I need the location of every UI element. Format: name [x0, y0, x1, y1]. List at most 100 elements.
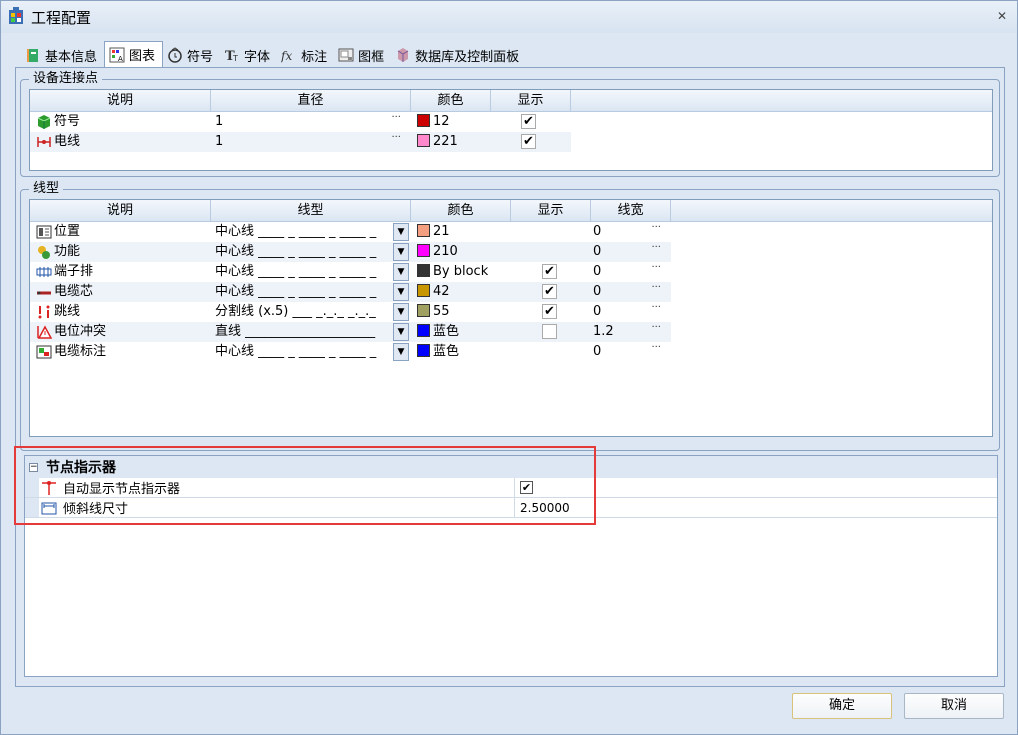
- tab-symbol[interactable]: 符号: [163, 43, 220, 67]
- window-title: 工程配置: [31, 9, 92, 27]
- line-types-title: 线型: [29, 181, 64, 197]
- color-cell[interactable]: By block: [411, 262, 511, 282]
- chevron-down-icon[interactable]: ▼: [393, 223, 409, 241]
- color-value: 55: [433, 304, 450, 319]
- linetype-dropdown[interactable]: 中心线 ____ _ ____ _ ____ _ ▼: [211, 262, 411, 282]
- connection-points-grid: 说明 直径 颜色 显示 符号 1 ··· 12 ✔ 电线 1 ··· 221 ✔: [29, 89, 993, 171]
- chevron-down-icon[interactable]: ▼: [393, 283, 409, 301]
- width-cell[interactable]: 0 ···: [591, 242, 671, 262]
- column-header[interactable]: 显示: [511, 200, 591, 222]
- table-row[interactable]: 跳线 分割线 (x.5) ___ _._._ _._._ ▼ 55 ✔ 0 ··: [30, 302, 992, 322]
- table-row[interactable]: 位置 中心线 ____ _ ____ _ ____ _ ▼ 21 0 ···: [30, 222, 992, 242]
- color-cell[interactable]: 221: [411, 132, 491, 152]
- row-label-cell: 电缆芯: [30, 282, 211, 302]
- table-row[interactable]: 符号 1 ··· 12 ✔: [30, 112, 992, 132]
- width-value: 0: [593, 224, 602, 239]
- table-row[interactable]: 电缆芯 中心线 ____ _ ____ _ ____ _ ▼ 42 ✔ 0 ··: [30, 282, 671, 302]
- show-checkbox[interactable]: ✔: [542, 304, 557, 319]
- frame-icon: [338, 48, 354, 62]
- ellipsis-button[interactable]: ···: [651, 342, 661, 358]
- width-value: 0: [593, 244, 602, 259]
- width-cell[interactable]: 0 ···: [591, 342, 671, 362]
- column-header[interactable]: 颜色: [411, 90, 491, 112]
- ellipsis-button[interactable]: ···: [651, 242, 661, 258]
- linetype-dropdown[interactable]: 直线 ____________________ ▼: [211, 322, 411, 342]
- width-cell[interactable]: 0 ···: [591, 282, 671, 302]
- linetype-dropdown[interactable]: 中心线 ____ _ ____ _ ____ _ ▼: [211, 282, 411, 302]
- row-label-cell: 电线: [30, 132, 211, 152]
- color-cell[interactable]: 55: [411, 302, 511, 322]
- color-cell[interactable]: 21: [411, 222, 511, 242]
- ellipsis-button[interactable]: ···: [391, 112, 401, 128]
- linetype-value: 中心线 ____ _ ____ _ ____ _: [215, 284, 377, 299]
- ellipsis-button[interactable]: ···: [651, 262, 661, 278]
- show-checkbox[interactable]: ✔: [521, 134, 536, 149]
- show-checkbox[interactable]: ✔: [521, 114, 536, 129]
- column-header[interactable]: 颜色: [411, 200, 511, 222]
- color-cell[interactable]: 蓝色: [411, 322, 511, 342]
- chevron-down-icon[interactable]: ▼: [393, 303, 409, 321]
- width-cell[interactable]: 0 ···: [591, 262, 671, 282]
- tab-font[interactable]: TT 字体: [220, 43, 277, 67]
- show-checkbox[interactable]: ✔: [542, 264, 557, 279]
- column-header[interactable]: 说明: [30, 200, 211, 222]
- show-cell: ✔: [491, 132, 571, 152]
- ellipsis-button[interactable]: ···: [651, 222, 661, 238]
- color-cell[interactable]: 42: [411, 282, 511, 302]
- diameter-cell[interactable]: 1 ···: [211, 132, 411, 152]
- table-row[interactable]: 功能 中心线 ____ _ ____ _ ____ _ ▼ 210 0 ···: [30, 242, 671, 262]
- tab-frame[interactable]: 图框: [334, 43, 391, 67]
- tab-annotation[interactable]: fx 标注: [277, 43, 334, 67]
- width-cell[interactable]: 1.2 ···: [591, 322, 671, 342]
- color-cell[interactable]: 210: [411, 242, 511, 262]
- column-header[interactable]: 直径: [211, 90, 411, 112]
- ellipsis-button[interactable]: ···: [651, 282, 661, 298]
- grid-header: 说明 直径 颜色 显示: [30, 90, 992, 112]
- ellipsis-button[interactable]: ···: [651, 322, 661, 338]
- cancel-button[interactable]: 取消: [904, 693, 1004, 719]
- tab-label: 字体: [244, 49, 271, 65]
- color-cell[interactable]: 12: [411, 112, 491, 132]
- table-row[interactable]: 端子排 中心线 ____ _ ____ _ ____ _ ▼ By block …: [30, 262, 992, 282]
- tab-label: 图表: [129, 49, 156, 64]
- diameter-value: 1: [215, 114, 224, 129]
- tab-database[interactable]: 数据库及控制面板: [391, 43, 526, 67]
- color-cell[interactable]: 蓝色: [411, 342, 511, 362]
- width-value: 1.2: [593, 324, 614, 339]
- width-cell[interactable]: 0 ···: [591, 302, 671, 322]
- svg-text:T: T: [232, 54, 238, 63]
- diameter-value: 1: [215, 134, 224, 149]
- color-value: 210: [433, 244, 458, 259]
- column-header[interactable]: 线宽: [591, 200, 671, 222]
- column-header[interactable]: 说明: [30, 90, 211, 112]
- table-row[interactable]: 电缆标注 中心线 ____ _ ____ _ ____ _ ▼ 蓝色 0 ···: [30, 342, 992, 362]
- show-checkbox[interactable]: ✔: [542, 284, 557, 299]
- ok-button[interactable]: 确定: [792, 693, 892, 719]
- tab-basic-info[interactable]: 基本信息: [21, 43, 104, 67]
- row-label-cell: 端子排: [30, 262, 211, 282]
- color-swatch: [417, 284, 430, 297]
- jumper-icon: [38, 305, 50, 319]
- chevron-down-icon[interactable]: ▼: [393, 323, 409, 341]
- table-row[interactable]: 电位冲突 直线 ____________________ ▼ 蓝色 1.2 ··…: [30, 322, 671, 342]
- tab-chart[interactable]: A 图表: [104, 41, 164, 67]
- chevron-down-icon[interactable]: ▼: [393, 243, 409, 261]
- close-icon[interactable]: ✕: [995, 9, 1009, 23]
- diameter-cell[interactable]: 1 ···: [211, 112, 411, 132]
- linetype-dropdown[interactable]: 分割线 (x.5) ___ _._._ _._._ ▼: [211, 302, 411, 322]
- table-row[interactable]: 电线 1 ··· 221 ✔: [30, 132, 571, 152]
- ellipsis-button[interactable]: ···: [391, 132, 401, 148]
- row-label: 电缆芯: [54, 284, 94, 299]
- row-label: 功能: [54, 244, 81, 259]
- chevron-down-icon[interactable]: ▼: [393, 343, 409, 361]
- linetype-dropdown[interactable]: 中心线 ____ _ ____ _ ____ _ ▼: [211, 242, 411, 262]
- column-header[interactable]: 显示: [491, 90, 571, 112]
- show-checkbox[interactable]: [542, 324, 557, 339]
- column-header[interactable]: 线型: [211, 200, 411, 222]
- chevron-down-icon[interactable]: ▼: [393, 263, 409, 281]
- width-cell[interactable]: 0 ···: [591, 222, 671, 242]
- linetype-dropdown[interactable]: 中心线 ____ _ ____ _ ____ _ ▼: [211, 222, 411, 242]
- color-swatch: [417, 264, 430, 277]
- linetype-dropdown[interactable]: 中心线 ____ _ ____ _ ____ _ ▼: [211, 342, 411, 362]
- ellipsis-button[interactable]: ···: [651, 302, 661, 318]
